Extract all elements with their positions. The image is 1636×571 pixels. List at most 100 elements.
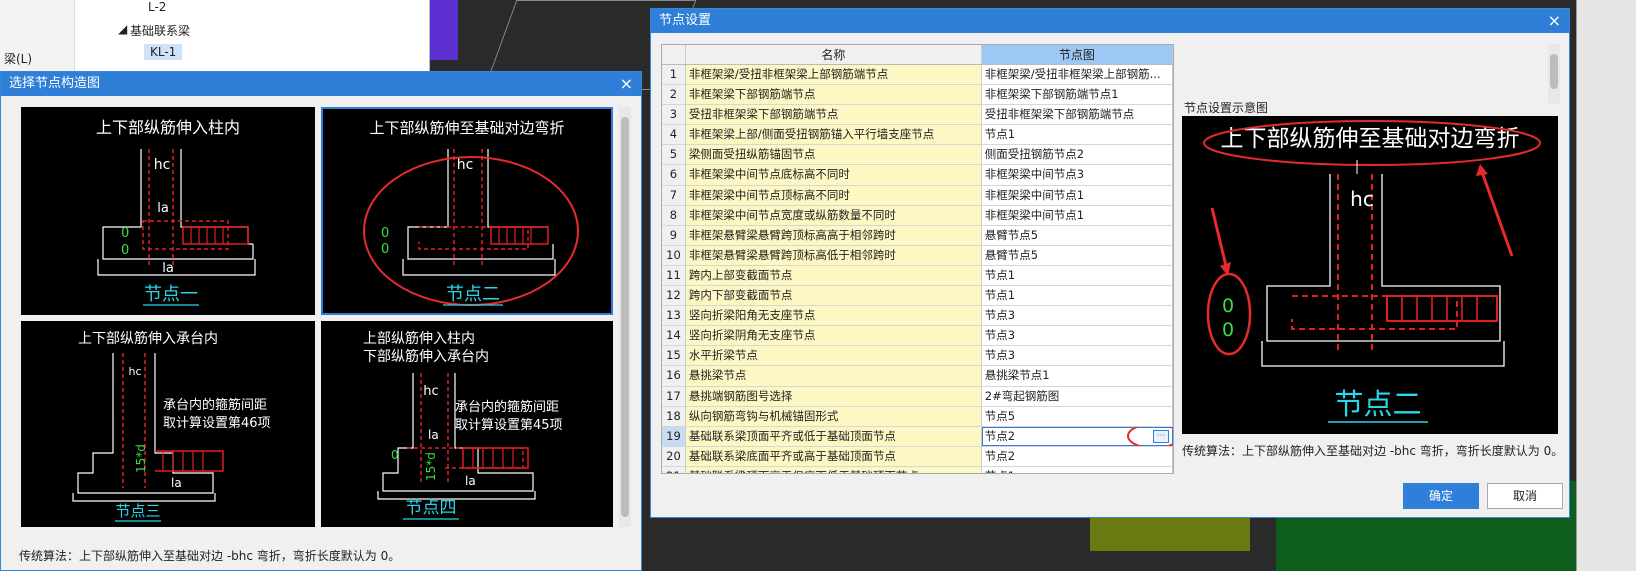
thumb-scrollbar[interactable]: [619, 107, 631, 527]
row-name-cell[interactable]: 基础联系梁顶面高于但底面低于基础顶面节点: [685, 466, 982, 473]
thumb-zero-label: 0: [381, 242, 389, 257]
table-row[interactable]: 16 悬挑梁节点 悬挑梁节点1: [662, 366, 1173, 387]
row-name-cell[interactable]: 梁侧面受扭纵筋锚固节点: [685, 145, 982, 165]
tree-item-kl1[interactable]: KL-1: [144, 44, 183, 60]
row-node-cell[interactable]: 节点2 ···: [981, 426, 1173, 446]
table-row[interactable]: 19 基础联系梁顶面平齐或低于基础顶面节点 节点2 ···: [662, 426, 1173, 447]
row-name-cell[interactable]: 非框架悬臂梁悬臂跨顶标高低于相邻跨时: [685, 245, 982, 265]
table-row[interactable]: 17 悬挑端钢筋图号选择 2#弯起钢筋图: [662, 386, 1173, 407]
tree-item-beam-l[interactable]: 梁(L): [4, 50, 32, 67]
row-name-cell[interactable]: 纵向钢筋弯钩与机械锚固形式: [685, 406, 982, 426]
row-node-cell[interactable]: 悬臂节点5: [981, 245, 1173, 265]
row-number: 10: [662, 245, 686, 265]
scrollbar-thumb[interactable]: [1550, 54, 1558, 89]
close-icon[interactable]: ×: [1548, 9, 1561, 33]
node-settings-dialog: 节点设置 × 名称 节点图 1 非框架梁/受扭非框架梁上部钢筋端节点 非框架梁/受扭…: [650, 8, 1570, 518]
row-name-cell[interactable]: 非框架梁上部/侧面受扭钢筋锚入平行墙支座节点: [685, 125, 982, 145]
row-node-cell[interactable]: 非框架梁中间节点1: [981, 185, 1173, 205]
row-node-cell[interactable]: 侧面受扭钢筋节点2: [981, 145, 1173, 165]
row-name-cell[interactable]: 非框架梁/受扭非框架梁上部钢筋端节点: [685, 65, 982, 85]
row-node-value: 侧面受扭钢筋节点2: [984, 147, 1085, 162]
thumb-la-label: la: [162, 261, 174, 276]
close-icon[interactable]: ×: [620, 72, 633, 96]
row-node-cell[interactable]: 节点2: [981, 446, 1173, 466]
row-node-cell[interactable]: 节点3: [981, 346, 1173, 366]
highlight-ellipse: [363, 156, 579, 306]
row-node-cell[interactable]: 节点1: [981, 125, 1173, 145]
table-row[interactable]: 10 非框架悬臂梁悬臂跨顶标高低于相邻跨时 悬臂节点5: [662, 245, 1173, 266]
table-row[interactable]: 12 跨内下部变截面节点 节点1: [662, 286, 1173, 307]
row-node-cell[interactable]: 非框架梁下部钢筋端节点1: [981, 85, 1173, 105]
row-node-cell[interactable]: 非框架梁中间节点3: [981, 165, 1173, 185]
row-node-value: 非框架梁中间节点3: [984, 167, 1085, 182]
row-node-cell[interactable]: 节点3: [981, 326, 1173, 346]
header-name[interactable]: 名称: [686, 45, 982, 64]
table-row[interactable]: 5 梁侧面受扭纵筋锚固节点 侧面受扭钢筋节点2: [662, 145, 1173, 166]
row-name-cell[interactable]: 水平折梁节点: [685, 346, 982, 366]
row-name-cell[interactable]: 基础联系梁顶面平齐或低于基础顶面节点: [685, 426, 982, 446]
choose-dialog-titlebar[interactable]: 选择节点构造图 ×: [1, 72, 641, 96]
row-name-cell[interactable]: 非框架悬臂梁悬臂跨顶标高高于相邻跨时: [685, 225, 982, 245]
row-name-cell[interactable]: 基础联系梁底面平齐或高于基础顶面节点: [685, 446, 982, 466]
row-node-cell[interactable]: 节点1: [981, 265, 1173, 286]
right-scrollbar[interactable]: [1548, 44, 1560, 104]
table-row[interactable]: 8 非框架梁中间节点宽度或纵筋数量不同时 非框架梁中间节点1: [662, 205, 1173, 226]
table-row[interactable]: 21基础联系梁顶面高于但底面低于基础顶面节点节点1: [662, 466, 1173, 473]
table-row[interactable]: 20 基础联系梁底面平齐或高于基础顶面节点 节点2: [662, 446, 1173, 467]
row-number: 8: [662, 205, 686, 225]
component-tree[interactable]: 梁(L) L-2 ◢ 基础联系梁 KL-1: [0, 0, 430, 80]
table-row[interactable]: 15 水平折梁节点 节点3: [662, 346, 1173, 367]
table-row[interactable]: 9 非框架悬臂梁悬臂跨顶标高高于相邻跨时 悬臂节点5: [662, 225, 1173, 246]
table-row[interactable]: 14 竖向折梁阴角无支座节点 节点3: [662, 326, 1173, 347]
row-name-cell[interactable]: 悬挑梁节点: [685, 366, 982, 386]
row-name-cell[interactable]: 跨内下部变截面节点: [685, 286, 982, 306]
row-number: 5: [662, 145, 686, 165]
row-node-cell[interactable]: 悬臂节点5: [981, 225, 1173, 245]
row-name-cell[interactable]: 受扭非框架梁下部钢筋端节点: [685, 105, 982, 125]
row-node-cell[interactable]: 受扭非框架梁下部钢筋端节点: [981, 105, 1173, 125]
row-name-cell[interactable]: 非框架梁下部钢筋端节点: [685, 85, 982, 105]
table-row[interactable]: 3 受扭非框架梁下部钢筋端节点 受扭非框架梁下部钢筋端节点: [662, 105, 1173, 126]
row-name-cell[interactable]: 非框架梁中间节点底标高不同时: [685, 165, 982, 185]
ok-button[interactable]: 确定: [1403, 483, 1479, 509]
row-node-cell[interactable]: 节点1: [981, 286, 1173, 306]
table-row[interactable]: 4 非框架梁上部/侧面受扭钢筋锚入平行墙支座节点 节点1: [662, 125, 1173, 146]
header-node-diagram[interactable]: 节点图: [981, 45, 1173, 64]
table-row[interactable]: 1 非框架梁/受扭非框架梁上部钢筋端节点 非框架梁/受扭非框架梁上部钢筋...: [662, 65, 1173, 86]
node-thumb-1[interactable]: 上下部纵筋伸入柱内 hc la la 0 0 节点一: [21, 107, 315, 315]
row-node-cell[interactable]: 非框架梁中间节点1: [981, 205, 1173, 225]
node-dialog-titlebar[interactable]: 节点设置 ×: [651, 9, 1569, 33]
table-row[interactable]: 6 非框架梁中间节点底标高不同时 非框架梁中间节点3: [662, 165, 1173, 186]
row-number: 21: [662, 466, 686, 473]
node-thumb-3[interactable]: 上下部纵筋伸入承台内 hc 承台内的箍筋间距 取计算设置第46项 15*d la…: [21, 321, 315, 527]
table-row[interactable]: 2 非框架梁下部钢筋端节点 非框架梁下部钢筋端节点1: [662, 85, 1173, 106]
tree-item-l2[interactable]: L-2: [148, 0, 166, 14]
row-node-cell[interactable]: 悬挑梁节点1: [981, 366, 1173, 386]
row-name-cell[interactable]: 跨内上部变截面节点: [685, 265, 982, 286]
table-row[interactable]: 18 纵向钢筋弯钩与机械锚固形式 节点5: [662, 406, 1173, 427]
row-name-cell[interactable]: 非框架梁中间节点宽度或纵筋数量不同时: [685, 205, 982, 225]
row-node-value: 节点1: [984, 127, 1016, 142]
table-row[interactable]: 11 跨内上部变截面节点 节点1: [662, 265, 1173, 287]
row-name-cell[interactable]: 竖向折梁阳角无支座节点: [685, 306, 982, 326]
row-node-cell[interactable]: 非框架梁/受扭非框架梁上部钢筋...: [981, 65, 1173, 85]
row-node-cell[interactable]: 2#弯起钢筋图: [981, 386, 1173, 406]
tree-group-arrow[interactable]: ◢: [118, 22, 127, 36]
row-node-cell[interactable]: 节点1: [981, 466, 1173, 473]
node-thumb-2[interactable]: 上下部纵筋伸至基础对边弯折 hc 0 0 节点二: [321, 107, 613, 315]
row-name-cell[interactable]: 悬挑端钢筋图号选择: [685, 386, 982, 406]
table-row[interactable]: 7 非框架梁中间节点顶标高不同时 非框架梁中间节点1: [662, 185, 1173, 206]
row-node-value: 节点3: [984, 328, 1016, 343]
row-name-cell[interactable]: 竖向折梁阴角无支座节点: [685, 326, 982, 346]
row-number: 13: [662, 306, 686, 326]
node-thumb-4[interactable]: 上部纵筋伸入柱内 下部纵筋伸入承台内 hc la 0 承台内的箍筋间距 取计算设…: [321, 321, 613, 527]
ellipsis-button[interactable]: ···: [1153, 429, 1169, 443]
cancel-button[interactable]: 取消: [1487, 483, 1563, 509]
table-row[interactable]: 13 竖向折梁阳角无支座节点 节点3: [662, 306, 1173, 327]
row-node-cell[interactable]: 节点5: [981, 406, 1173, 426]
row-node-cell[interactable]: 节点3: [981, 306, 1173, 326]
scrollbar-thumb[interactable]: [621, 117, 629, 517]
row-name-cell[interactable]: 非框架梁中间节点顶标高不同时: [685, 185, 982, 205]
row-number: 20: [662, 446, 686, 466]
tree-item-foundation-tie-beam[interactable]: 基础联系梁: [130, 22, 190, 39]
